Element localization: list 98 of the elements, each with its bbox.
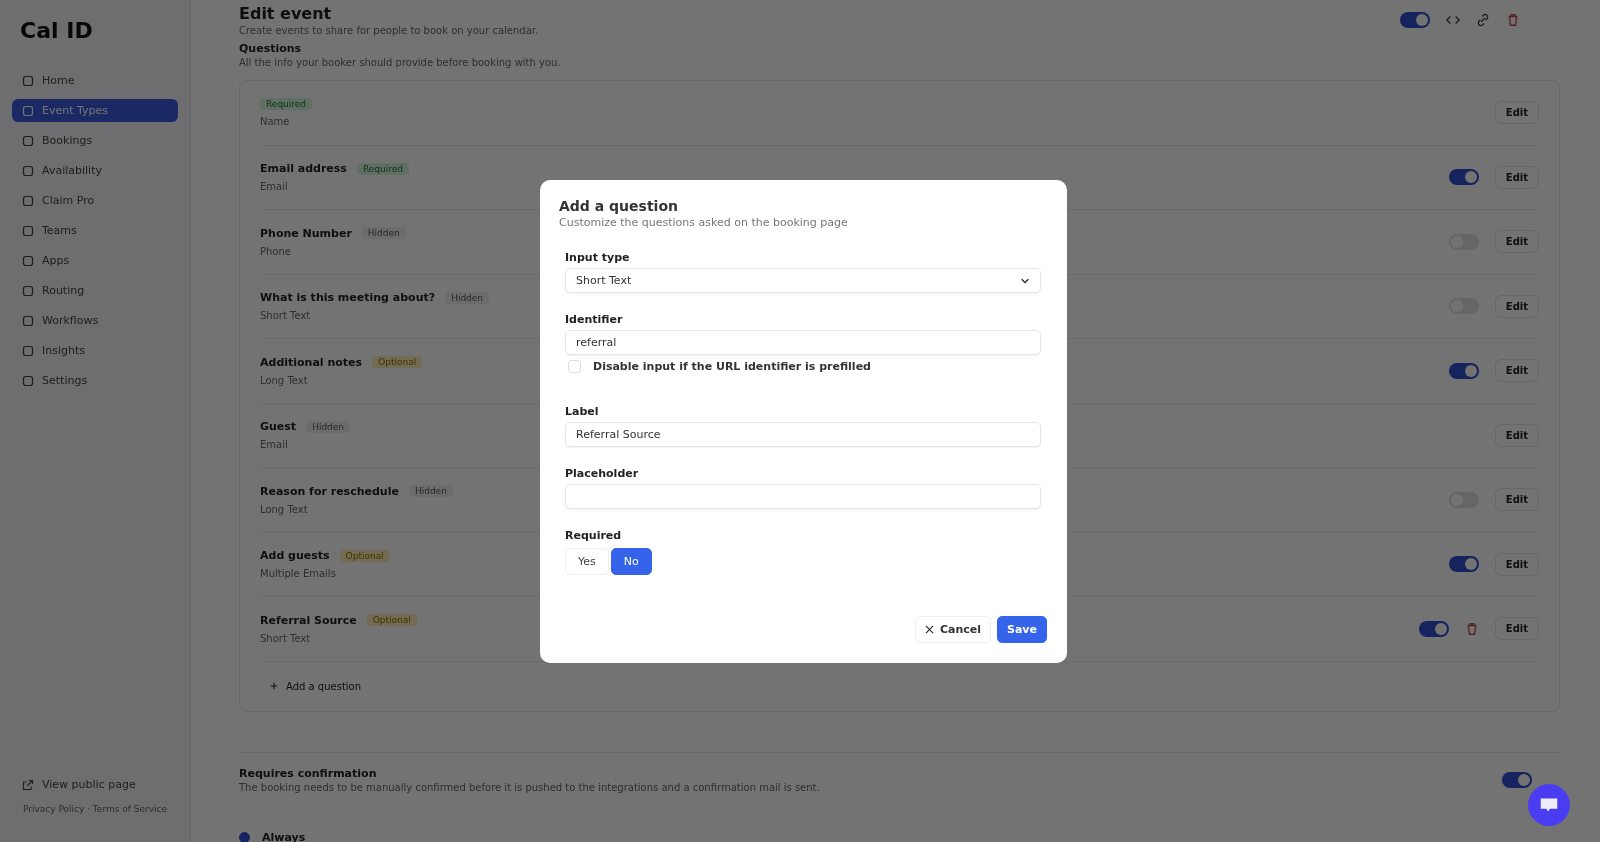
nav-item[interactable]: Routing <box>12 279 178 302</box>
nav-item[interactable]: Settings <box>12 369 178 392</box>
status-badge: Optional <box>339 549 390 562</box>
field-label: Required <box>565 529 623 542</box>
chat-button[interactable] <box>1528 784 1570 826</box>
nav-icon <box>22 374 34 387</box>
nav-item[interactable]: Home <box>12 69 178 92</box>
question-type: Long Text <box>260 374 309 386</box>
question-type: Multiple Emails <box>260 568 337 580</box>
edit-button[interactable]: Edit <box>1494 230 1539 254</box>
question-label: Email address <box>260 162 347 176</box>
question-type: Name <box>260 116 291 128</box>
nav-icon <box>22 194 34 207</box>
nav-icon <box>22 74 34 87</box>
field-label: Identifier <box>565 313 624 326</box>
status-badge: Required <box>356 162 409 175</box>
setting-description: The booking needs to be manually confirmed before it is pushed to the integrations and a confirmation mail is sent. <box>239 781 820 793</box>
field-label: Input type <box>565 251 631 264</box>
dialog-title: Add a question <box>559 198 679 214</box>
toggle-switch[interactable] <box>1448 556 1479 573</box>
status-badge: Required <box>260 98 313 111</box>
checkbox[interactable] <box>568 360 581 373</box>
edit-button[interactable]: Edit <box>1494 552 1539 576</box>
placeholder-field[interactable] <box>565 484 1041 509</box>
edit-button[interactable]: Edit <box>1494 101 1539 125</box>
nav-icon <box>22 104 34 117</box>
nav-icon <box>22 344 34 357</box>
question-type: Short Text <box>260 310 312 322</box>
label-field[interactable]: Referral Source <box>565 422 1041 447</box>
plus-icon <box>270 682 278 690</box>
nav-item[interactable]: Availability <box>12 159 178 182</box>
close-icon <box>924 625 934 634</box>
section-title: Questions <box>239 42 303 55</box>
nav-item[interactable]: Bookings <box>12 129 178 152</box>
status-badge: Hidden <box>445 291 490 304</box>
page-subtitle: Create events to share for people to book on your calendar. <box>239 25 539 36</box>
setting-title: Requires confirmation <box>239 766 378 780</box>
cancel-button[interactable]: Cancel <box>914 616 991 643</box>
question-label: Guest <box>260 420 297 434</box>
nav-icon <box>22 314 34 327</box>
status-badge: Hidden <box>361 227 406 240</box>
question-type: Short Text <box>260 632 312 644</box>
question-type: Email <box>260 181 289 193</box>
toggle-option[interactable]: No <box>610 548 652 575</box>
checkbox-label: Disable input if the URL identifier is prefilled <box>593 360 871 373</box>
external-link-icon <box>22 778 34 791</box>
question-type: Phone <box>260 245 292 257</box>
question-label: Referral Source <box>260 613 357 627</box>
add-question-button[interactable]: Add a question <box>260 675 372 697</box>
nav-item[interactable]: Teams <box>12 219 178 242</box>
question-label: Phone Number <box>260 226 352 240</box>
page-title: Edit event <box>239 4 333 23</box>
code-icon[interactable] <box>1446 13 1460 27</box>
status-badge: Hidden <box>306 420 351 433</box>
save-button[interactable]: Save <box>997 616 1047 643</box>
nav-item[interactable]: Insights <box>12 339 178 362</box>
nav-item[interactable]: Event Types <box>12 99 178 122</box>
edit-button[interactable]: Edit <box>1494 617 1539 641</box>
view-public-page-link[interactable]: View public page <box>12 773 178 796</box>
nav-icon <box>22 164 34 177</box>
question-label: Additional notes <box>260 355 363 369</box>
nav-icon <box>22 224 34 237</box>
section-subtitle: All the info your booker should provide before booking with you. <box>239 57 562 68</box>
dialog-subtitle: Customize the questions asked on the booking page <box>559 216 849 229</box>
nav-item[interactable]: Apps <box>12 249 178 272</box>
nav-icon <box>22 284 34 297</box>
logo: Cal ID <box>19 17 94 45</box>
question-type: Long Text <box>260 503 309 515</box>
toggle-option[interactable]: Yes <box>565 548 609 575</box>
question-label: What is this meeting about? <box>260 291 436 305</box>
status-badge: Hidden <box>408 485 453 498</box>
nav-item[interactable]: Claim Pro <box>12 189 178 212</box>
nav-icon <box>22 134 34 147</box>
question-label: Reason for reschedule <box>260 484 399 498</box>
identifier-field[interactable]: referral <box>565 330 1041 355</box>
toggle-switch[interactable] <box>1418 620 1449 637</box>
field-label: Placeholder <box>565 467 640 480</box>
input-type-select[interactable]: Short Text <box>565 268 1041 293</box>
nav-icon <box>22 254 34 267</box>
toggle-switch[interactable] <box>1502 771 1532 788</box>
status-badge: Optional <box>366 614 417 627</box>
edit-button[interactable]: Edit <box>1494 488 1539 512</box>
link-icon[interactable] <box>1476 13 1490 27</box>
edit-button[interactable]: Edit <box>1494 294 1539 318</box>
status-badge: Optional <box>372 356 423 369</box>
question-label: Add guests <box>260 549 330 563</box>
edit-button[interactable]: Edit <box>1494 359 1539 383</box>
toggle-switch[interactable] <box>1400 12 1430 28</box>
field-label: Label <box>565 405 600 418</box>
edit-button[interactable]: Edit <box>1494 423 1539 447</box>
edit-button[interactable]: Edit <box>1494 165 1539 189</box>
toggle-switch[interactable] <box>1448 169 1479 186</box>
question-type: Email <box>260 439 289 451</box>
nav-item[interactable]: Workflows <box>12 309 178 332</box>
trash-icon[interactable] <box>1506 13 1520 27</box>
radio-option[interactable]: Always <box>239 830 1560 842</box>
footer-links[interactable]: Privacy Policy · Terms of Service <box>12 796 178 834</box>
toggle-switch[interactable] <box>1448 362 1479 379</box>
